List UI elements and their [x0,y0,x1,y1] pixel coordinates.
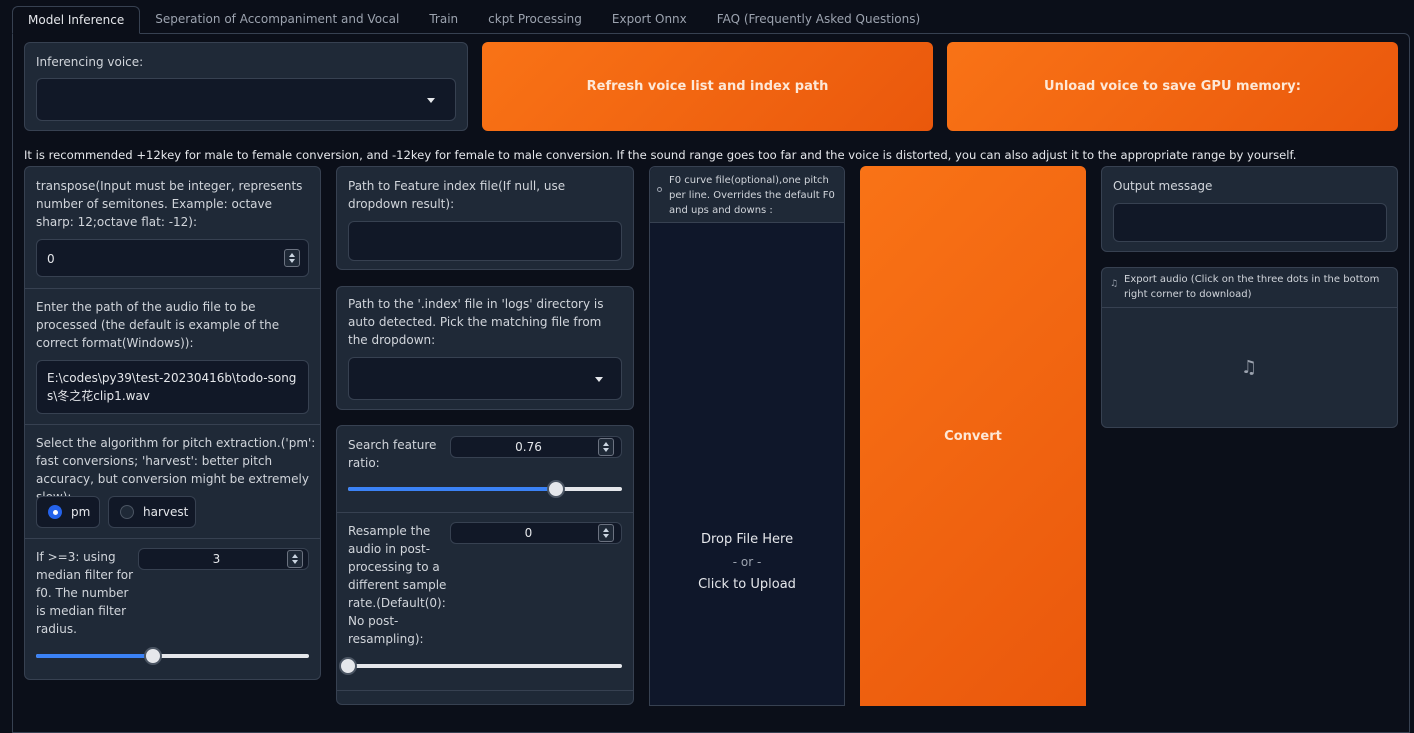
export-audio-label: Export audio (Click on the three dots in… [1124,274,1380,300]
index-dropdown-label: Path to the '.index' file in 'logs' dire… [348,297,604,347]
tab-ckpt-processing[interactable]: ckpt Processing [473,6,597,34]
search-ratio-slider-fill [348,487,557,491]
drop-file-text: Drop File Here [700,532,794,547]
search-ratio-slider[interactable] [348,480,622,498]
median-filter-value: 3 [212,552,221,566]
refresh-voice-button[interactable]: Refresh voice list and index path [482,42,933,131]
output-message-box[interactable] [1113,203,1387,242]
radio-harvest-dot [120,505,134,519]
transpose-label: transpose(Input must be integer, represe… [36,179,303,229]
search-ratio-stepper[interactable] [598,438,614,456]
divider [337,690,633,691]
radio-harvest-label: harvest [143,505,189,519]
tab-model-inference[interactable]: Model Inference [12,6,141,34]
radio-pm-dot [48,505,62,519]
tab-train[interactable]: Train [414,6,473,34]
f0-upload-panel: F0 curve file(optional),one pitch per li… [649,166,845,706]
convert-button[interactable]: Convert [860,166,1086,706]
transpose-input[interactable]: 0 [36,239,309,277]
radio-harvest[interactable]: harvest [108,496,196,528]
radio-pm-label: pm [71,505,91,519]
file-icon [657,187,662,192]
divider [337,512,633,513]
index-dropdown[interactable] [348,357,622,400]
transpose-stepper[interactable] [284,249,300,267]
tab-bar: Model Inference Seperation of Accompanim… [12,6,935,34]
unload-voice-button[interactable]: Unload voice to save GPU memory: [947,42,1398,131]
feature-index-label: Path to Feature index file(If null, use … [348,179,566,211]
export-audio-panel: ♫ Export audio (Click on the three dots … [1101,267,1398,428]
voice-panel: Inferencing voice: [24,42,468,131]
resample-stepper[interactable] [598,524,614,542]
click-to-upload-text: Click to Upload [698,577,796,592]
index-dropdown-panel: Path to the '.index' file in 'logs' dire… [336,286,634,410]
divider [25,424,320,425]
median-filter-slider-thumb[interactable] [144,647,163,665]
tab-faq[interactable]: FAQ (Frequently Asked Questions) [702,6,935,34]
median-filter-input[interactable]: 3 [138,548,309,570]
resample-input[interactable]: 0 [450,522,622,544]
search-ratio-input[interactable]: 0.76 [450,436,622,458]
audio-path-value: E:\codes\py39\test-20230416b\todo-songs\… [47,371,297,403]
f0-file-header: F0 curve file(optional),one pitch per li… [650,167,844,223]
voice-label: Inferencing voice: [36,55,144,69]
median-filter-slider[interactable] [36,647,309,665]
or-text: - or - [732,555,762,569]
tab-separation[interactable]: Seperation of Accompaniment and Vocal [140,6,414,34]
divider [25,538,320,539]
search-ratio-slider-thumb[interactable] [547,480,566,498]
feature-index-input[interactable] [348,221,622,261]
output-message-panel: Output message [1101,166,1398,252]
audio-path-label: Enter the path of the audio file to be p… [36,300,280,350]
f0-file-label: F0 curve file(optional),one pitch per li… [669,175,835,216]
transpose-value: 0 [47,252,55,266]
search-ratio-value: 0.76 [515,440,542,454]
output-message-label: Output message [1113,179,1213,193]
f0-file-dropzone[interactable]: Drop File Here - or - Click to Upload [650,224,844,704]
tab-export-onnx[interactable]: Export Onnx [597,6,702,34]
median-filter-stepper[interactable] [287,550,303,568]
resample-label: Resample the audio in post-processing to… [348,524,447,646]
chevron-down-icon [595,377,603,382]
chevron-down-icon [427,98,435,103]
resample-value: 0 [524,526,533,540]
voice-dropdown[interactable] [36,78,456,121]
feature-index-panel: Path to Feature index file(If null, use … [336,166,634,270]
radio-pm[interactable]: pm [36,496,100,528]
resample-slider[interactable] [339,657,622,675]
ratio-resample-panel: Search feature ratio: 0.76 Resample the … [336,425,634,705]
resample-slider-thumb[interactable] [339,657,357,675]
export-audio-header: ♫ Export audio (Click on the three dots … [1102,268,1397,308]
median-filter-label: If >=3: using median filter for f0. The … [36,550,134,636]
audio-path-input[interactable]: E:\codes\py39\test-20230416b\todo-songs\… [36,360,309,414]
search-ratio-label: Search feature ratio: [348,438,437,470]
left-settings-panel: transpose(Input must be integer, represe… [24,166,321,680]
music-note-small-icon: ♫ [1110,279,1119,289]
median-filter-slider-fill [36,654,154,658]
recommendation-text: It is recommended +12key for male to fem… [24,148,1297,162]
divider [25,288,320,289]
music-note-icon: ♫ [1241,357,1258,378]
